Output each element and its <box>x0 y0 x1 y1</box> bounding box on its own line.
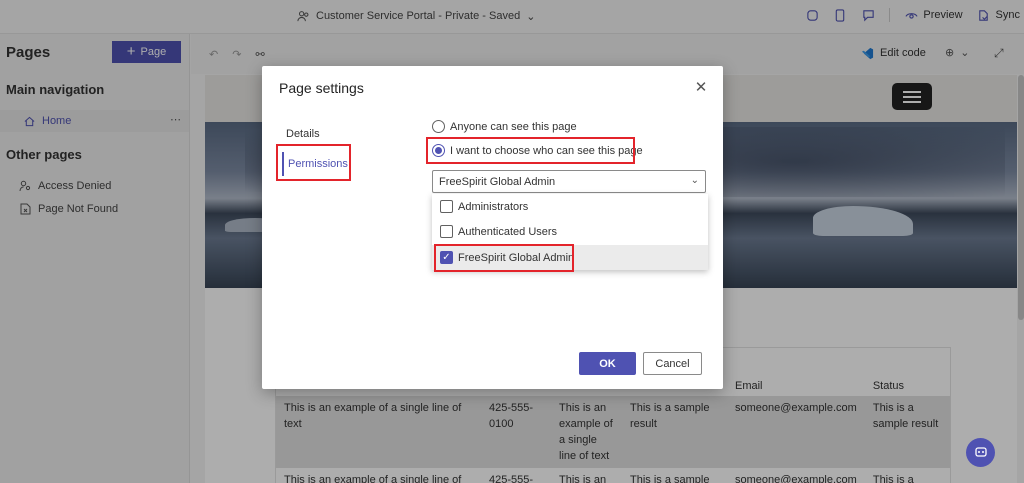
highlight-box <box>276 144 351 181</box>
roles-select-value: FreeSpirit Global Admin <box>439 176 556 188</box>
chevron-down-icon: ⌄ <box>690 175 699 186</box>
close-icon[interactable]: ✕ <box>693 80 709 96</box>
dialog-title: Page settings <box>279 80 364 96</box>
role-label: Authenticated Users <box>458 225 558 238</box>
radio-anyone-label: Anyone can see this page <box>450 120 577 133</box>
roles-select[interactable]: FreeSpirit Global Admin ⌄ <box>432 170 706 193</box>
page-settings-dialog: Page settings ✕ Details Permissions Anyo… <box>262 66 723 389</box>
role-option-authenticated-users[interactable]: Authenticated Users <box>432 219 708 244</box>
cancel-button[interactable]: Cancel <box>643 352 702 375</box>
tab-details[interactable]: Details <box>286 128 320 140</box>
checkbox[interactable] <box>440 200 453 213</box>
highlight-box <box>426 137 635 164</box>
highlight-box <box>434 244 574 272</box>
chat-assistant-icon[interactable] <box>966 438 995 467</box>
role-label: Administrators <box>458 200 529 213</box>
ok-button[interactable]: OK <box>579 352 636 375</box>
radio-anyone[interactable]: Anyone can see this page <box>432 120 577 133</box>
checkbox[interactable] <box>440 225 453 238</box>
radio-button[interactable] <box>432 120 445 133</box>
role-option-administrators[interactable]: Administrators <box>432 194 708 219</box>
